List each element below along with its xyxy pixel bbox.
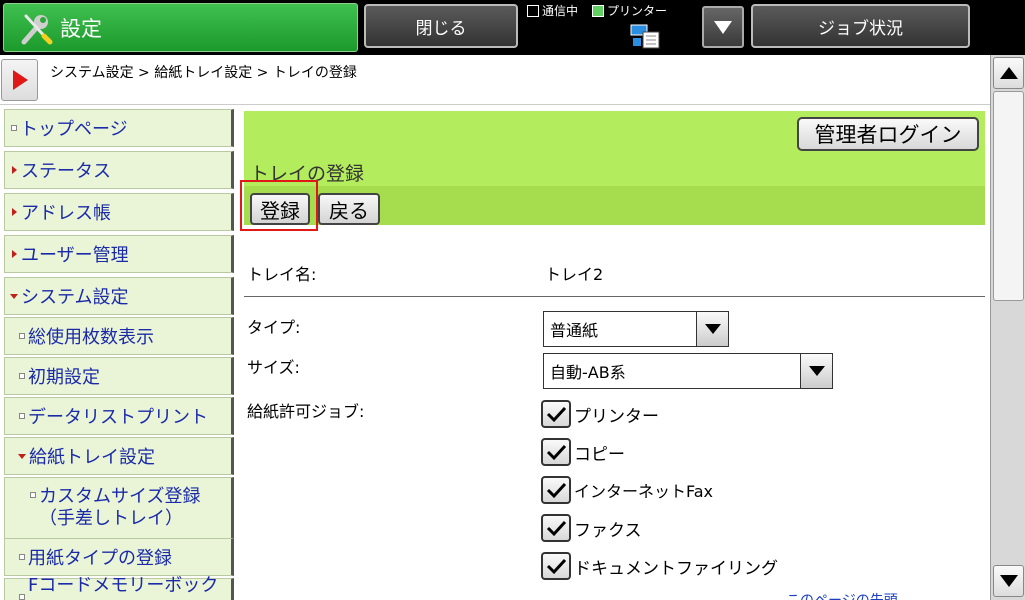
top-bar: 設定 閉じる 通信中 プリンター ジョブ状況 [0,0,1025,55]
triangle-right-icon [12,250,17,258]
type-select-value: 普通紙 [550,321,599,340]
square-bullet-icon [19,373,25,379]
tray-name-value: トレイ2 [545,265,604,284]
close-button[interactable]: 閉じる [364,4,518,48]
tray-name-label: トレイ名: [247,265,317,284]
wrench-screwdriver-icon [21,14,53,44]
sidebar-item-status[interactable]: ステータス [4,151,234,189]
admin-login-button[interactable]: 管理者ログイン [797,117,979,151]
main-content: 管理者ログイン トレイの登録 登録 戻る トレイ名: トレイ2 タイプ: 普通紙… [238,105,990,600]
triangle-up-icon [999,67,1018,79]
sidebar-item-label: データリストプリント [28,407,208,428]
sidebar-item-label: 初期設定 [28,367,100,388]
square-bullet-icon [30,492,36,498]
checkmark-icon [541,400,571,428]
triangle-right-icon [12,208,17,216]
checkmark-icon [541,552,571,580]
scroll-up-button[interactable] [993,57,1024,89]
chevron-down-icon [696,312,728,346]
job-checkbox-internet-fax[interactable]: インターネットFax [541,476,713,504]
size-select-value: 自動-AB系 [550,363,626,382]
sidebar-item-fcode-memory-box[interactable]: Fコードメモリーボックス [4,575,234,600]
sidebar-item-system-settings[interactable]: システム設定 [4,277,234,315]
triangle-down-icon [10,293,18,299]
type-label: タイプ: [247,318,301,337]
triangle-down-icon [999,575,1018,587]
sidebar-item-label: 総使用枚数表示 [28,327,154,348]
printer-indicator-icon [592,4,605,17]
sidebar-item-default-settings[interactable]: 初期設定 [4,357,234,395]
sidebar-item-label-line1: カスタムサイズ登録 [39,486,201,507]
checkmark-icon [541,476,571,504]
app-title: 設定 [60,16,102,41]
sidebar-item-label: カスタムサイズ登録 （手差しトレイ） [39,486,200,530]
triangle-down-icon [18,453,26,459]
divider [244,296,985,297]
sidebar-item-top-page[interactable]: トップページ [4,109,234,147]
breadcrumb-path: システム設定 > 給紙トレイ設定 > トレイの登録 [50,65,357,81]
comm-indicator-icon [527,4,539,17]
checkbox-label: プリンター [574,406,659,427]
type-select[interactable]: 普通紙 [543,311,729,347]
checkbox-label: ファクス [574,520,642,541]
square-bullet-icon [19,333,25,339]
breadcrumb-toggle-button[interactable] [1,59,38,101]
network-printer-icon [630,24,660,49]
sidebar-item-label: アドレス帳 [21,203,111,224]
register-highlight-box [240,180,318,231]
sidebar-item-user-management[interactable]: ユーザー管理 [4,235,234,273]
checkbox-label: インターネットFax [574,482,714,501]
sidebar-item-label: Fコードメモリーボックス [28,575,219,596]
scrollbar-thumb[interactable] [993,91,1024,301]
square-bullet-icon [19,554,25,560]
checkmark-icon [541,514,571,542]
action-bar: 登録 戻る [244,186,985,225]
settings-title-button[interactable]: 設定 [3,3,358,52]
sidebar-item-data-list-print[interactable]: データリストプリント [4,397,234,435]
size-select[interactable]: 自動-AB系 [543,353,833,389]
triangle-right-icon [12,166,17,174]
sidebar-item-label: 給紙トレイ設定 [29,447,155,468]
comm-status-label: 通信中 [542,4,579,18]
job-status-button[interactable]: ジョブ状況 [751,4,970,48]
status-indicator: 通信中 プリンター [527,2,697,52]
job-checkbox-printer[interactable]: プリンター [541,400,659,428]
page-header: 管理者ログイン トレイの登録 登録 戻る [244,111,985,225]
sidebar-nav: トップページ ステータス アドレス帳 ユーザー管理 システム設定 総使用枚数表示… [0,105,238,600]
sidebar-item-custom-size[interactable]: カスタムサイズ登録 （手差しトレイ） [4,477,234,545]
sidebar-item-label: トップページ [20,119,128,140]
scroll-down-button[interactable] [993,565,1024,597]
sidebar-item-paper-tray-settings[interactable]: 給紙トレイ設定 [4,437,234,475]
job-checkbox-document-filing[interactable]: ドキュメントファイリング [541,552,778,580]
sidebar-item-address-book[interactable]: アドレス帳 [4,193,234,231]
vertical-scrollbar[interactable] [990,55,1025,600]
sidebar-item-total-count[interactable]: 総使用枚数表示 [4,317,234,355]
job-checkbox-fax[interactable]: ファクス [541,514,642,542]
sidebar-item-label: 用紙タイプの登録 [28,548,172,569]
square-bullet-icon [11,125,17,131]
checkbox-label: ドキュメントファイリング [574,558,778,579]
size-label: サイズ: [247,358,300,377]
triangle-down-icon [714,21,732,34]
back-button[interactable]: 戻る [318,193,380,225]
square-bullet-icon [19,413,25,419]
play-arrow-icon [12,70,28,90]
checkbox-label: コピー [574,444,625,465]
sidebar-item-label: システム設定 [21,287,129,308]
square-bullet-icon [19,594,25,600]
job-checkbox-copy[interactable]: コピー [541,438,625,466]
breadcrumb: システム設定 > 給紙トレイ設定 > トレイの登録 [0,55,990,105]
sidebar-item-label-line2: （手差しトレイ） [39,508,183,529]
sidebar-item-label: ステータス [21,161,111,182]
printer-status-label: プリンター [607,4,668,18]
sidebar-item-label: ユーザー管理 [21,245,129,266]
checkmark-icon [541,438,571,466]
menu-dropdown-button[interactable] [702,6,744,48]
page-top-link[interactable]: このページの先頭 [786,590,966,600]
chevron-down-icon [800,354,832,388]
allowed-jobs-label: 給紙許可ジョブ: [247,402,365,421]
